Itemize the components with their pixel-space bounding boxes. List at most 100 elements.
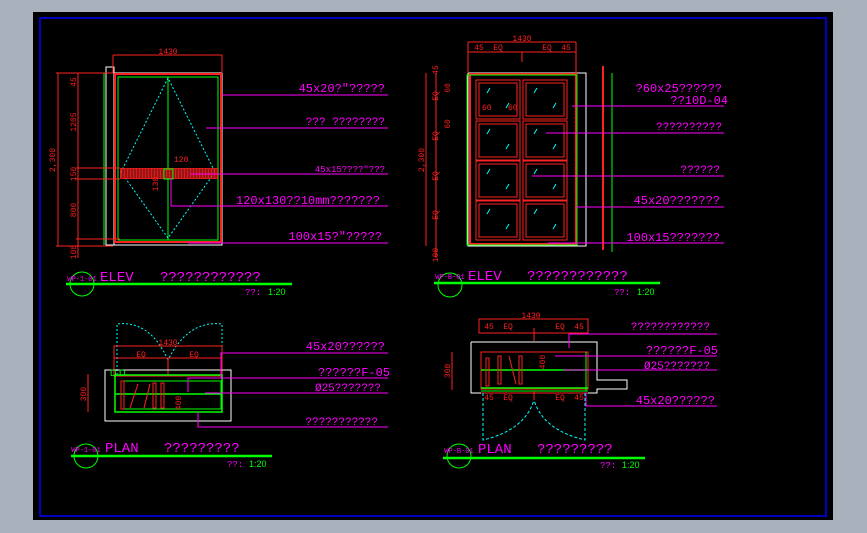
elevation-2: 1430 45 EQ EQ 45 2,300 45 EQ EQ EQ EQ 10… [418,35,728,298]
scale-value: 1:20 [637,287,655,297]
wall-jamb [105,66,115,246]
panel-dim: 60 [482,104,492,113]
callout-label: Ø25??????? [644,361,710,373]
callout-label: 45x20??????? [634,194,720,208]
seg-dim: 45 [70,77,79,87]
handle-dim: 130 [152,177,161,192]
callout-label: ?????????? [656,122,722,134]
seg-dim: EQ [432,91,441,101]
depth-dim: 300 [80,387,89,402]
width-dim: 1430 [158,48,177,57]
panel-ornament [533,128,557,150]
bottom-dim: EQ [555,394,565,403]
callout-label: ??????????? [305,417,378,429]
seg-dim: 150 [70,167,79,182]
door-panel [478,123,518,158]
callout-label: ??????F-05 [646,344,718,358]
plan-2: 1430 45 EQ EQ 45 300 400 45 EQ EQ 45 ???… [443,312,718,471]
bottom-dim: 45 [574,394,584,403]
drawing-tag: WP-B-01 [435,274,464,282]
callout-label: ?????? [680,165,720,177]
elevation-1: 1430 2,300 45 1205 150 800 100 120 130 4… [49,48,388,298]
panel-ornament [533,87,557,109]
door-panel [475,79,521,120]
callout-label: 45x20?"????? [299,82,385,96]
top-dim: EQ [493,44,503,53]
drawing-tag: WP-B-01 [444,448,473,456]
scale-label: ??: [600,461,616,471]
door-panel [475,160,521,201]
height-dim: 2,300 [49,148,58,172]
door-swing-arcs [482,393,586,441]
view-title: PLAN [478,442,512,458]
drawing-sheet: 1430 2,300 45 1205 150 800 100 120 130 4… [39,17,827,517]
top-dim: 45 [574,323,584,332]
seg-dim: 800 [70,203,79,218]
cad-drawing-canvas[interactable]: 1430 2,300 45 1205 150 800 100 120 130 4… [33,12,833,520]
seg-dim: EQ [432,131,441,141]
width-dim: 1430 [158,339,177,348]
callout-label: 120x130??10mm??????? [236,194,380,208]
panel-ornament [533,168,557,190]
height-dim: 2,300 [418,148,427,172]
scale-value: 1:20 [249,459,267,469]
plan-1: 1430 EQ EQ 300 400 D.D 45x20?????? ?????… [71,323,390,470]
door-panel [475,200,521,241]
view-subtitle: ????????? [537,442,613,458]
seg-dim: 45 [432,65,441,75]
inner-dim: 400 [539,355,548,370]
scale-value: 1:20 [268,287,286,297]
eq-dim: EQ [189,351,199,360]
width-dim: 1430 [521,312,540,321]
panel-ornament [486,208,510,230]
seg-dim: 1205 [70,112,79,131]
scale-label: ??: [245,288,261,298]
door-panel [522,79,568,120]
bottom-dim: EQ [503,394,513,403]
door-panel [525,163,565,198]
callout-label: ??? ???????? [306,117,385,129]
door-panel [478,203,518,238]
door-panel [525,123,565,158]
seg-dim: 100 [70,245,79,260]
scale-value: 1:20 [622,460,640,470]
callout-label: ???????????? [631,322,710,334]
top-dim: 45 [561,44,571,53]
width-dim: 1430 [512,35,531,44]
panel-ornament [486,128,510,150]
eq-dim: EQ [136,351,146,360]
callout-label: 45x15????"??? [315,165,385,175]
panel-dim: 60 [508,104,518,113]
top-dim: 45 [474,44,484,53]
callout-label: ??10D-04 [670,94,728,108]
drawing-tag: WP-1-01 [71,447,100,455]
depth-dim: 300 [444,364,453,379]
door-swing-arcs [116,323,223,375]
scale-label: ??: [614,288,630,298]
seg-dim: EQ [432,171,441,181]
bottom-dim: 45 [484,394,494,403]
door-panel [522,160,568,201]
callout-label: Ø25??????? [315,383,381,395]
handle-dim: 120 [174,156,189,165]
small-dim: D.D [110,368,126,378]
callout-label: 100x15??????? [626,231,720,245]
callout-label: 100x15?"????? [288,230,382,244]
door-panel [522,120,568,161]
view-title: PLAN [105,441,139,457]
door-panel [525,203,565,238]
inner-dim: 400 [175,396,184,411]
door-panel [475,120,521,161]
view-subtitle: ????????? [164,441,240,457]
panel-ornament [533,208,557,230]
top-dim: EQ [542,44,552,53]
callout-label: 45x20?????? [306,340,385,354]
scale-label: ??: [227,460,243,470]
door-panel [525,82,565,117]
top-dim: EQ [503,323,513,332]
wall-outline [470,341,628,394]
seg-dim: 100 [432,248,441,263]
top-dim: 45 [484,323,494,332]
panel-dim: 60 [444,83,453,93]
top-dim: EQ [555,323,565,332]
